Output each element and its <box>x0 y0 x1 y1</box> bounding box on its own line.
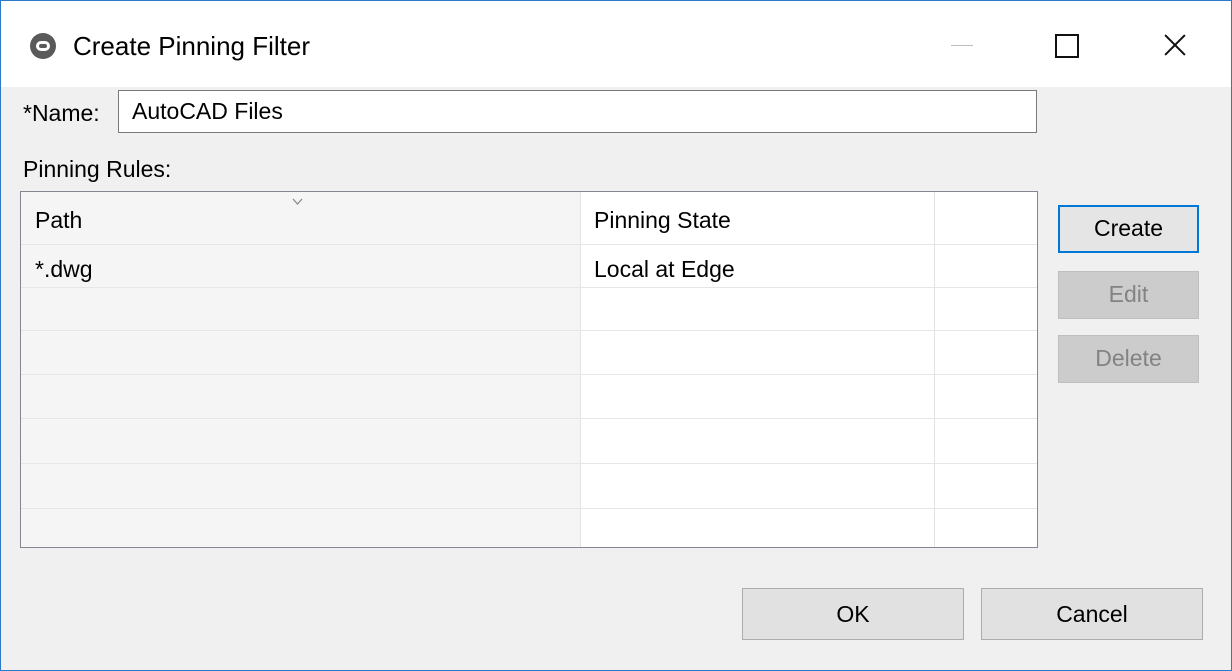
row-divider <box>21 374 1037 375</box>
app-logo-icon <box>30 33 56 59</box>
ok-button[interactable]: OK <box>742 588 964 640</box>
minimize-icon <box>931 19 991 69</box>
title-bar[interactable]: Create Pinning Filter <box>1 1 1231 87</box>
column-header-pinning-state[interactable]: Pinning State <box>594 206 731 234</box>
row-divider <box>21 244 1037 245</box>
row-state-cell: Local at Edge <box>594 256 735 282</box>
pinning-rules-label: Pinning Rules: <box>23 156 172 182</box>
pinning-rules-table[interactable]: Path Pinning State *.dwg Local at Edge <box>20 191 1038 548</box>
name-input[interactable] <box>118 90 1037 133</box>
delete-button[interactable]: Delete <box>1058 335 1199 383</box>
row-divider <box>21 287 1037 288</box>
edit-button[interactable]: Edit <box>1058 271 1199 319</box>
column-header-path[interactable]: Path <box>35 206 82 234</box>
window-title: Create Pinning Filter <box>73 31 310 61</box>
close-button[interactable] <box>1145 19 1205 69</box>
column-divider[interactable] <box>580 192 581 547</box>
create-button[interactable]: Create <box>1058 205 1199 253</box>
sort-chevron-down-icon <box>292 198 303 205</box>
name-label: *Name: <box>23 100 100 126</box>
cancel-button[interactable]: Cancel <box>981 588 1203 640</box>
row-divider <box>21 330 1037 331</box>
row-divider <box>21 418 1037 419</box>
row-divider <box>21 463 1037 464</box>
dialog-window: Create Pinning Filter *Name: Pinning Rul… <box>0 0 1232 671</box>
row-path-cell: *.dwg <box>35 256 93 282</box>
row-divider <box>21 508 1037 509</box>
path-column-background <box>21 192 580 547</box>
column-divider[interactable] <box>934 192 935 547</box>
maximize-button[interactable] <box>1037 19 1097 69</box>
